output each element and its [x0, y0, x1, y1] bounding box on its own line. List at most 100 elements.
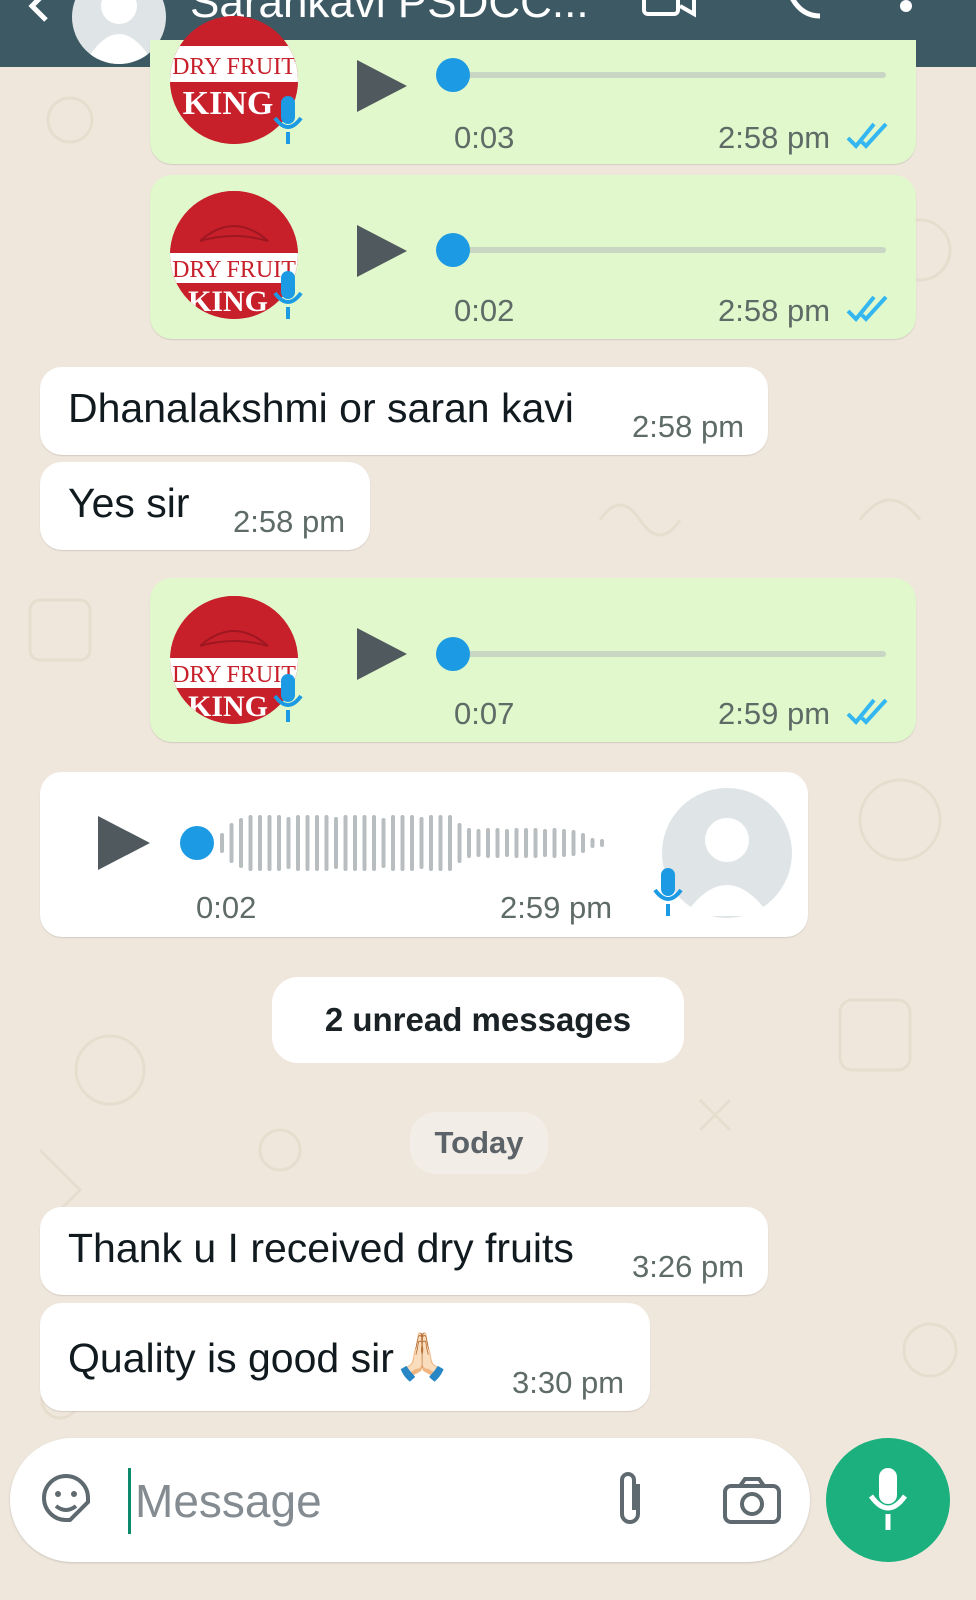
play-icon[interactable] [96, 812, 152, 874]
voice-duration: 0:07 [454, 696, 515, 731]
waveform-bar [315, 815, 319, 871]
double-tick-icon [846, 698, 888, 725]
message-input[interactable] [128, 1468, 597, 1534]
attach-icon[interactable] [610, 1470, 650, 1530]
waveform-bar [343, 815, 348, 871]
message-time: 2:58 pm [233, 504, 346, 539]
waveform-bar [543, 829, 547, 857]
waveform-bar [391, 815, 395, 871]
message-time: 2:59 pm [500, 890, 613, 925]
message-time: 3:26 pm [632, 1249, 745, 1284]
voice-message-incoming[interactable]: 0:02 2:59 pm [40, 772, 808, 937]
waveform-bar [495, 828, 500, 858]
waveform-bar [514, 828, 519, 858]
mic-icon [273, 96, 303, 144]
double-tick-icon [846, 122, 888, 149]
waveform-bar [571, 830, 576, 856]
message-composer [10, 1438, 810, 1562]
voice-progress-track[interactable] [450, 651, 886, 657]
waveform-bar [248, 815, 253, 871]
voice-progress-knob[interactable] [436, 637, 470, 671]
play-icon[interactable] [355, 624, 409, 684]
waveform-bar [457, 823, 462, 863]
phone-icon[interactable] [786, 0, 826, 20]
folded-hands-emoji: 🙏🏻 [393, 1330, 452, 1382]
text-message-incoming[interactable]: Thank u I received dry fruits 3:26 pm [40, 1207, 768, 1295]
play-icon[interactable] [355, 221, 409, 281]
waveform-bar [600, 839, 604, 847]
message-time: 2:58 pm [718, 120, 831, 155]
voice-progress-knob[interactable] [436, 233, 470, 267]
text-message-incoming[interactable]: Quality is good sir🙏🏻 3:30 pm [40, 1303, 650, 1411]
logo-text: KING [188, 690, 268, 723]
voice-duration: 0:02 [196, 890, 257, 925]
sticker-icon[interactable] [36, 1468, 96, 1528]
play-icon[interactable] [355, 56, 409, 116]
waveform-bar [267, 815, 272, 871]
waveform-bar [524, 828, 528, 858]
mic-icon [868, 1468, 908, 1530]
waveform-bar [533, 828, 538, 858]
waveform-bar [467, 828, 471, 858]
message-text-body: Quality is good sir [68, 1335, 394, 1381]
waveform-bar [419, 817, 424, 869]
waveform-bar [305, 815, 310, 871]
waveform-bar [286, 817, 291, 869]
waveform-bar [590, 838, 595, 848]
voice-message-outgoing[interactable]: DRY FRUIT KING 0:07 2:59 pm [150, 578, 916, 742]
logo-text: KING [188, 285, 268, 318]
waveform-bar [324, 815, 329, 871]
voice-message-outgoing[interactable]: DRY FRUIT KING 0:03 2:58 pm [150, 16, 916, 164]
waveform-bar [505, 829, 509, 857]
waveform-bar [381, 818, 386, 868]
voice-waveform[interactable] [216, 808, 616, 878]
message-time: 2:58 pm [632, 409, 745, 444]
voice-message-outgoing[interactable]: DRY FRUIT KING 0:02 2:58 pm [150, 175, 916, 339]
waveform-bar [581, 833, 585, 853]
text-message-incoming[interactable]: Yes sir 2:58 pm [40, 462, 370, 550]
record-voice-button[interactable] [826, 1438, 950, 1562]
message-text: Yes sir [68, 480, 190, 526]
back-icon[interactable] [18, 0, 58, 28]
waveform-bar [334, 817, 338, 869]
menu-icon[interactable] [900, 0, 912, 12]
waveform-bar [438, 815, 443, 871]
video-call-icon[interactable] [640, 0, 700, 20]
waveform-bar [486, 828, 490, 858]
mic-icon [653, 868, 683, 916]
waveform-bar [476, 829, 481, 857]
voice-progress-knob[interactable] [180, 826, 214, 860]
camera-icon[interactable] [722, 1476, 782, 1526]
waveform-bar [562, 829, 566, 857]
waveform-bar [229, 823, 234, 863]
text-message-incoming[interactable]: Dhanalakshmi or saran kavi 2:58 pm [40, 367, 768, 455]
logo-text: DRY FRUIT [172, 54, 296, 80]
waveform-bar [296, 815, 300, 871]
voice-progress-track[interactable] [450, 247, 886, 253]
waveform-bar [400, 815, 405, 871]
voice-progress-knob[interactable] [436, 58, 470, 92]
double-tick-icon [846, 295, 888, 322]
unread-messages-banner: 2 unread messages [272, 977, 684, 1063]
message-time: 2:59 pm [718, 696, 831, 731]
voice-progress-track[interactable] [450, 72, 886, 78]
voice-duration: 0:03 [454, 120, 515, 155]
waveform-bar [410, 815, 414, 871]
waveform-bar [372, 815, 376, 871]
waveform-bar [448, 815, 452, 871]
date-chip: Today [410, 1112, 548, 1174]
logo-text: KING [183, 85, 274, 122]
waveform-bar [362, 815, 367, 871]
waveform-bar [220, 833, 224, 853]
waveform-bar [239, 818, 243, 868]
message-text: Quality is good sir🙏🏻 [68, 1329, 451, 1384]
message-text: Thank u I received dry fruits [68, 1225, 574, 1271]
message-text: Dhanalakshmi or saran kavi [68, 385, 574, 431]
mic-icon [273, 674, 303, 722]
waveform-bar [552, 828, 557, 858]
waveform-bar [353, 815, 357, 871]
mic-icon [273, 271, 303, 319]
voice-duration: 0:02 [454, 293, 515, 328]
waveform-bar [429, 815, 433, 871]
waveform-bar [258, 815, 262, 871]
